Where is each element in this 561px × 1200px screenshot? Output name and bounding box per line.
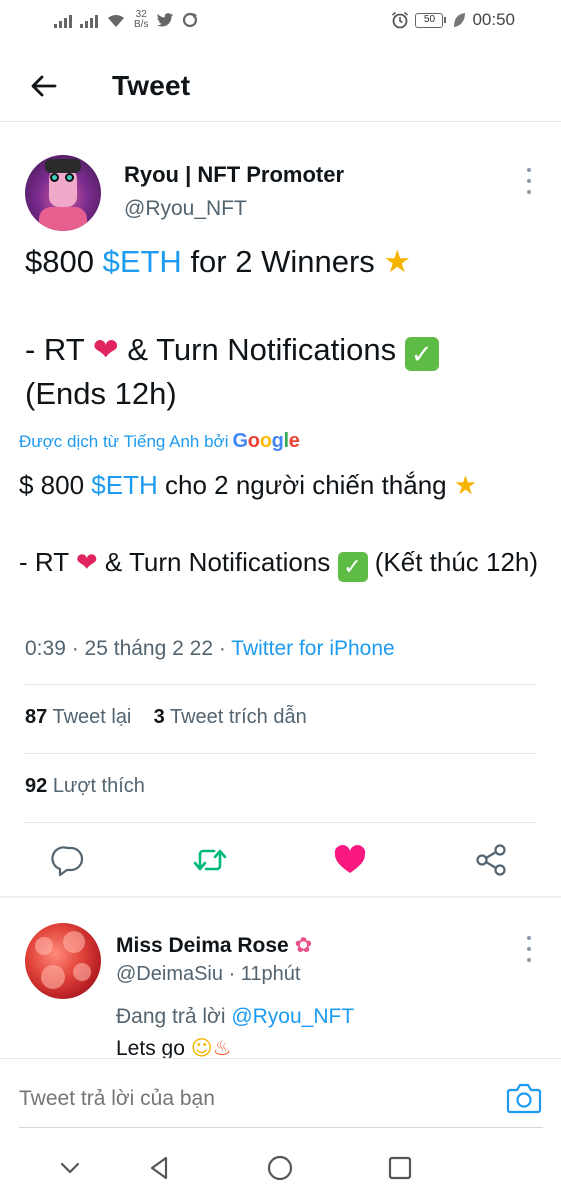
translation-attribution[interactable]: Được dịch từ Tiếng Anh bởi Google [19,430,300,453]
reply-text: Lets go ☺♨ [116,1036,232,1058]
status-right: 50 00:50 [391,10,515,30]
divider [25,753,536,754]
compose-underline [19,1127,543,1128]
clock: 00:50 [472,10,515,29]
camera-icon[interactable] [506,1081,542,1115]
section-divider [0,896,561,898]
divider [25,684,536,685]
translated-cashtag-link[interactable]: $ETH [91,470,157,500]
flower-emoji-icon: ✿ [294,933,313,957]
tweet-actions [0,828,561,894]
fire-emoji-icon: ♨ [212,1036,232,1058]
back-arrow-icon[interactable] [28,70,60,102]
tweet-date: 25 tháng 2 22 [84,637,213,660]
alarm-icon [392,11,409,29]
reply-icon[interactable] [51,842,87,878]
tweet-time: 0:39 [25,637,66,660]
recents-square-icon[interactable] [386,1154,414,1182]
tweet-text: $800 $ETH for 2 Winners ★ - RT ❤ & Turn … [25,240,535,416]
signal-icon [54,12,72,28]
check-emoji-icon: ✓ [404,337,439,371]
reply-author-avatar[interactable] [25,923,101,999]
sync-icon [183,12,198,28]
page-title: Tweet [112,70,191,101]
net-speed: 32 B/s [134,9,149,30]
star-emoji-icon: ★ [453,471,478,501]
home-circle-icon[interactable] [266,1154,294,1182]
like-icon[interactable] [332,842,368,878]
translated-text: $ 800 $ETH cho 2 người chiến thắng ★ - R… [19,466,539,582]
leaf-icon [454,13,466,27]
signal-icon [80,12,98,28]
heart-emoji-icon: ❤ [75,548,98,578]
twitter-icon [157,12,174,27]
divider [25,822,536,823]
star-emoji-icon: ★ [383,244,412,280]
author-handle[interactable]: @Ryou_NFT [124,197,247,221]
cashtag-link[interactable]: $ETH [103,244,182,279]
reply-author-handle[interactable]: @DeimaSiu · 11phút [116,963,300,986]
status-bar: 32 B/s 50 00:50 [0,0,561,44]
retweet-stats[interactable]: 87 Tweet lại 3 Tweet trích dẫn [25,706,307,729]
author-name[interactable]: Ryou | NFT Promoter [124,162,344,188]
more-options-icon[interactable] [522,168,536,194]
compose-reply-bar [0,1058,561,1130]
share-icon[interactable] [473,842,509,878]
replying-to-link[interactable]: @Ryou_NFT [231,1005,354,1028]
heart-emoji-icon: ❤ [92,332,119,368]
chevron-down-icon[interactable] [56,1154,84,1182]
back-triangle-icon[interactable] [146,1154,174,1182]
check-emoji-icon: ✓ [337,552,368,582]
reply-more-options-icon[interactable] [522,936,536,962]
google-logo: Google [232,430,300,452]
tweet-meta: 0:39 · 25 tháng 2 22 · Twitter for iPhon… [25,637,395,660]
tweet-source-link[interactable]: Twitter for iPhone [231,637,394,660]
like-stats[interactable]: 92 Lượt thích [25,775,145,798]
wifi-icon [108,14,124,27]
reply-input[interactable] [19,1087,469,1111]
replying-to: Đang trả lời @Ryou_NFT [116,1005,355,1028]
battery-icon: 50 [415,12,447,28]
reply-author-name[interactable]: Miss Deima Rose ✿ [116,933,312,958]
system-nav-bar [0,1136,561,1200]
retweet-icon[interactable] [192,842,228,878]
author-avatar[interactable] [25,155,101,231]
app-header: Tweet [0,52,561,122]
status-left: 32 B/s [54,10,198,30]
star-struck-emoji-icon: ☺ [190,1036,213,1058]
